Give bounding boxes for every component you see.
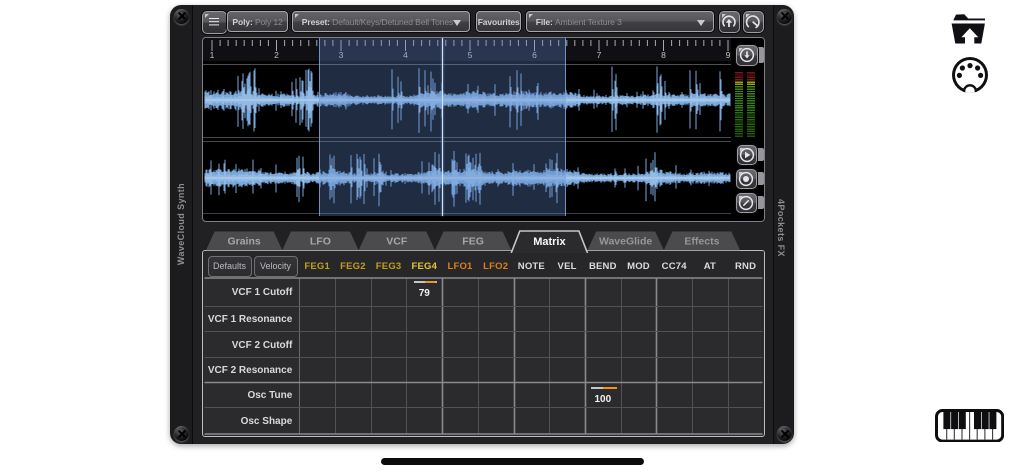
svg-text:Grains: Grains — [227, 236, 260, 248]
svg-text:FEG: FEG — [462, 236, 484, 248]
svg-text:VCF: VCF — [386, 236, 408, 248]
svg-text:Effects: Effects — [684, 236, 719, 248]
svg-text:LFO: LFO — [309, 236, 330, 248]
svg-text:Matrix: Matrix — [533, 236, 566, 248]
svg-text:WaveGlide: WaveGlide — [598, 236, 651, 248]
